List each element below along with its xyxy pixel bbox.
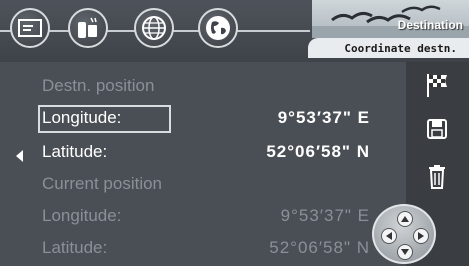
joystick-control[interactable]	[372, 204, 436, 264]
checkered-flag-icon[interactable]	[422, 70, 452, 100]
phone-icon	[75, 16, 101, 40]
message-button[interactable]	[10, 8, 50, 48]
save-icon[interactable]	[422, 114, 452, 144]
globe-button[interactable]	[134, 8, 174, 48]
destination-header: Destination	[312, 0, 469, 38]
joystick-up-icon[interactable]	[397, 211, 413, 227]
joystick-right-icon[interactable]	[413, 228, 429, 244]
current-section-label: Current position	[42, 174, 163, 193]
message-icon	[18, 19, 42, 37]
coordinate-panel: Destn. position Longitude: 9°53′37" E La…	[28, 68, 400, 266]
phone-button[interactable]	[68, 8, 108, 48]
navigation-button[interactable]	[198, 8, 238, 48]
destination-longitude-row[interactable]: Longitude: 9°53′37" E	[28, 104, 400, 134]
current-latitude-value: 52°06′58" N	[269, 238, 370, 257]
page-subtitle: Coordinate destn.	[308, 38, 469, 58]
current-longitude-value: 9°53′37" E	[280, 206, 370, 225]
destination-latitude-row[interactable]: Latitude: 52°06′58" N	[28, 138, 400, 168]
delete-icon[interactable]	[422, 162, 452, 192]
back-arrow-icon[interactable]	[16, 150, 23, 162]
joystick-down-icon[interactable]	[397, 244, 413, 260]
longitude-value: 9°53′37" E	[277, 108, 370, 127]
current-longitude-label: Longitude:	[42, 206, 122, 225]
current-latitude-label: Latitude:	[42, 238, 108, 257]
joystick-left-icon[interactable]	[381, 228, 397, 244]
navigation-globe-icon	[204, 14, 232, 42]
current-latitude-row: Latitude: 52°06′58" N	[28, 234, 400, 264]
latitude-label: Latitude:	[42, 142, 108, 161]
globe-icon	[141, 15, 167, 41]
top-bar: Destination Coordinate destn.	[0, 0, 469, 62]
longitude-label: Longitude:	[42, 108, 122, 127]
page-title: Destination	[397, 18, 463, 32]
destination-section-label: Destn. position	[42, 76, 155, 95]
nav-screen: Destination Coordinate destn. Destn. pos…	[0, 0, 469, 266]
latitude-value: 52°06′58" N	[266, 142, 370, 161]
current-longitude-row: Longitude: 9°53′37" E	[28, 202, 400, 232]
